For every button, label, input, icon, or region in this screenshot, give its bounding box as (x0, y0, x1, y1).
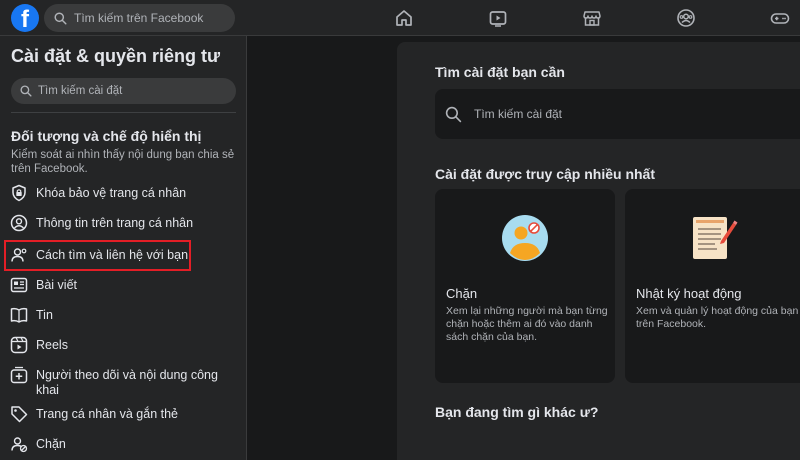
groups-icon[interactable] (676, 8, 696, 28)
sidebar-item-posts[interactable]: Bài viết (6, 275, 242, 295)
section-title: Đối tượng và chế độ hiển thị (11, 128, 202, 144)
looking-for-else-heading: Bạn đang tìm gì khác ư? (435, 404, 599, 420)
sidebar-item-label: Reels (36, 338, 68, 352)
sidebar-item-label: Tin (36, 308, 53, 322)
settings-sidebar: Cài đặt & quyền riêng tư Tìm kiếm cài đặ… (0, 36, 247, 460)
profile-icon (8, 213, 30, 233)
card-description: Xem và quản lý hoạt động của bạn trên Fa… (636, 305, 799, 330)
find-settings-heading: Tìm cài đặt bạn cần (435, 64, 565, 80)
marketplace-icon[interactable] (582, 8, 602, 28)
sidebar-item-label: Bài viết (36, 278, 77, 292)
search-icon (20, 85, 32, 97)
sidebar-item-find-and-contact[interactable]: Cách tìm và liên hệ với bạn (4, 240, 191, 271)
tag-icon (8, 404, 30, 424)
card-description: Xem lại những người mà bạn từng chặn hoặ… (446, 305, 608, 343)
sidebar-item-profile-lock[interactable]: Khóa bảo vệ trang cá nhân (6, 183, 242, 203)
divider (11, 112, 236, 113)
search-icon (445, 106, 462, 122)
search-icon (54, 11, 67, 25)
followers-icon (8, 365, 30, 385)
sidebar-item-profile-tagging[interactable]: Trang cá nhân và gắn thẻ (6, 404, 242, 424)
sidebar-item-stories[interactable]: Tin (6, 305, 242, 325)
sidebar-item-label: Thông tin trên trang cá nhân (36, 216, 194, 230)
blocked-user-illustration (502, 215, 548, 261)
top-navigation-bar: f Tìm kiếm trên Facebook (0, 0, 800, 36)
search-placeholder: Tìm kiếm cài đặt (474, 107, 563, 121)
settings-search-input[interactable]: Tìm kiếm cài đặt (11, 78, 236, 104)
facebook-search-input[interactable]: Tìm kiếm trên Facebook (44, 4, 235, 32)
search-placeholder: Tìm kiếm cài đặt (38, 85, 123, 97)
sidebar-item-label: Khóa bảo vệ trang cá nhân (36, 186, 187, 200)
main-settings-search-input[interactable]: Tìm kiếm cài đặt (435, 89, 800, 139)
sidebar-item-profile-info[interactable]: Thông tin trên trang cá nhân (6, 213, 242, 233)
sidebar-title: Cài đặt & quyền riêng tư (11, 46, 221, 66)
blocking-card[interactable]: Chặn Xem lại những người mà bạn từng chặ… (435, 189, 615, 383)
sidebar-item-followers[interactable]: Người theo dõi và nội dung công khai (6, 365, 242, 398)
sidebar-item-reels[interactable]: Reels (6, 335, 242, 355)
block-icon (8, 434, 30, 454)
sidebar-item-blocking[interactable]: Chặn (6, 434, 242, 454)
stories-icon (8, 305, 30, 325)
facebook-logo[interactable]: f (11, 4, 39, 32)
shield-lock-icon (8, 183, 30, 203)
activity-log-card[interactable]: Nhật ký hoạt động Xem và quản lý hoạt độ… (625, 189, 800, 383)
home-icon[interactable] (394, 8, 414, 28)
posts-icon (8, 275, 30, 295)
sidebar-item-label: Trang cá nhân và gắn thẻ (36, 407, 178, 421)
search-placeholder: Tìm kiếm trên Facebook (74, 11, 204, 25)
activity-log-illustration (693, 217, 738, 259)
reels-icon (8, 335, 30, 355)
gaming-icon[interactable] (770, 8, 790, 28)
sidebar-item-label: Người theo dõi và nội dung công khai (36, 368, 218, 397)
sidebar-item-label: Cách tìm và liên hệ với bạn (36, 248, 189, 262)
card-title: Chặn (446, 286, 478, 301)
find-contact-icon (8, 245, 30, 265)
card-title: Nhật ký hoạt động (636, 286, 742, 301)
sidebar-item-label: Chặn (36, 437, 66, 451)
most-visited-heading: Cài đặt được truy cập nhiều nhất (435, 166, 656, 182)
settings-main-panel: Tìm cài đặt bạn cần Tìm kiếm cài đặt Cài… (397, 42, 800, 460)
video-icon[interactable] (488, 8, 508, 28)
section-description: Kiểm soát ai nhìn thấy nội dung bạn chia… (11, 149, 235, 175)
